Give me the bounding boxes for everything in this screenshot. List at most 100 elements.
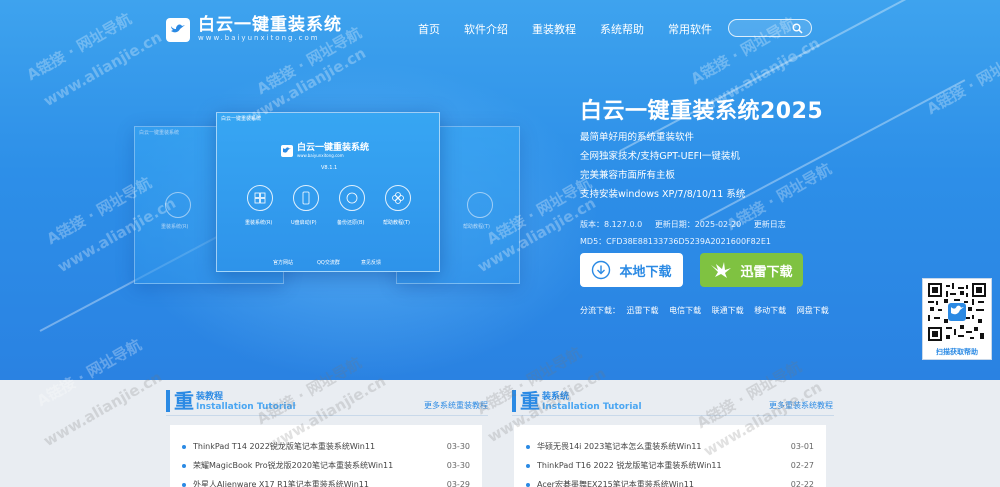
list-item[interactable]: Acer宏碁墨舞EX215笔记本重装系统Win11 02-22	[526, 475, 814, 487]
section-header-tutorial: 重 装教程 Installation Tutorial	[166, 388, 296, 412]
feature-list: 最简单好用的系统重装软件 全网独家技术/支持GPT-UEFI一键装机 完美兼容市…	[580, 128, 745, 204]
thunder-bird-icon	[711, 262, 732, 278]
md5-hash: MD5：CFD38E88133736D5239A2021600F82E1	[580, 237, 771, 246]
nav-reinstall-tutorial[interactable]: 重装教程	[532, 21, 576, 37]
mockup-brand: 白云一键重装系统 www.baiyunxitong.com	[281, 143, 369, 158]
windows-icon	[254, 192, 266, 204]
mirror-link-mobile[interactable]: 移动下载	[754, 306, 786, 315]
thunder-download-label: 迅雷下载	[740, 264, 793, 280]
mockup-option-label: 帮助教程(T)	[463, 224, 490, 230]
mockup-footer-link: 意见反馈	[361, 260, 382, 266]
changelog-link[interactable]: 更新日志	[754, 220, 786, 229]
section-big-char: 重	[520, 389, 540, 413]
qr-label: 扫描获取帮助	[936, 348, 978, 356]
bullet-dot	[526, 444, 530, 449]
mirror-label: 分流下载：	[580, 306, 620, 315]
section-divider	[166, 415, 488, 416]
mockup-option-circle	[339, 185, 365, 211]
nav-software-intro[interactable]: 软件介绍	[464, 21, 508, 37]
app-mockup-main: 白云一键重装系统 白云一键重装系统 www.baiyunxitong.com V…	[216, 112, 440, 272]
list-item-date: 03-29	[446, 480, 470, 487]
more-reinstall-link[interactable]: 更多重装系统教程	[769, 400, 833, 411]
list-item[interactable]: 华硕无畏14i 2023笔记本怎么重装系统Win11 03-01	[526, 437, 814, 456]
bullet-dot	[182, 482, 186, 487]
search-box	[728, 19, 812, 37]
watermark-text: www.alianjie.cn	[40, 367, 165, 451]
list-item-title[interactable]: ThinkPad T14 2022锐龙版笔记本重装系统Win11	[193, 441, 439, 452]
mockup-titlebar: 白云一键重装系统	[221, 116, 262, 122]
thunder-download-button[interactable]: 迅雷下载	[700, 253, 803, 287]
mockup-option-circle	[467, 192, 493, 218]
mockup-option-label: 备份还原(B)	[337, 220, 365, 226]
more-tutorials-link[interactable]: 更多系统重装教程	[424, 400, 488, 411]
list-item-title[interactable]: 荣耀MagicBook Pro锐龙版2020笔记本重装系统Win11	[193, 460, 439, 471]
section-title: 装系统	[542, 392, 570, 402]
feature-item: 完美兼容市面所有主板	[580, 170, 676, 181]
mirror-link-thunder[interactable]: 迅雷下载	[627, 306, 659, 315]
mockup-brand-title: 白云一键重装系统	[297, 143, 370, 153]
mirror-link-netdisk[interactable]: 网盘下载	[797, 306, 829, 315]
mockup-footer-link: 官方网站	[273, 260, 294, 266]
list-item-date: 02-27	[790, 461, 814, 470]
mockup-option-circle	[165, 192, 191, 218]
hero-banner: 白云一键重装系统 www.baiyunxitong.com 首页 软件介绍 重装…	[0, 0, 1000, 380]
list-item-date: 03-01	[790, 442, 814, 451]
mirror-link-unicom[interactable]: 联通下载	[712, 306, 744, 315]
reinstall-list: 华硕无畏14i 2023笔记本怎么重装系统Win11 03-01 ThinkPa…	[514, 425, 826, 487]
section-subtitle: Installation Tutorial	[542, 402, 642, 412]
product-title: 白云一键重装系统2025	[580, 99, 824, 124]
usb-icon	[302, 191, 310, 205]
mockup-option-circle	[247, 185, 273, 211]
mockup-option-circle	[293, 185, 319, 211]
bird-logo-icon	[166, 17, 190, 42]
update-date: 更新日期：2025-02-20	[654, 220, 742, 229]
version-number: 版本：8.127.0.0	[580, 220, 643, 229]
feature-item: 最简单好用的系统重装软件	[580, 132, 695, 143]
mockup-brand-subtitle: www.baiyunxitong.com	[297, 153, 344, 158]
logo-subtitle: www.baiyunxitong.com	[198, 34, 320, 42]
list-item-title[interactable]: Acer宏碁墨舞EX215笔记本重装系统Win11	[537, 479, 783, 487]
bullet-dot	[182, 444, 186, 449]
local-download-button[interactable]: 本地下载	[580, 253, 683, 287]
list-item-title[interactable]: 外星人Alienware X17 R1笔记本重装系统Win11	[193, 479, 439, 487]
list-item-title[interactable]: ThinkPad T16 2022 锐龙版笔记本重装系统Win11	[537, 460, 783, 471]
bullet-dot	[182, 463, 186, 468]
qr-code	[928, 283, 986, 341]
feature-item: 全网独家技术/支持GPT-UEFI一键装机	[580, 151, 740, 162]
bullet-dot	[526, 482, 530, 487]
section-header-reinstall: 重 装系统 Installation Tutorial	[512, 388, 642, 412]
list-item-title[interactable]: 华硕无畏14i 2023笔记本怎么重装系统Win11	[537, 441, 783, 452]
qr-help-box[interactable]: 扫描获取帮助	[922, 278, 992, 360]
tutorial-list: ThinkPad T14 2022锐龙版笔记本重装系统Win11 03-30 荣…	[170, 425, 482, 487]
nav-common-software[interactable]: 常用软件	[668, 21, 712, 37]
mockup-footer-link: QQ交流群	[317, 260, 340, 266]
search-icon[interactable]	[792, 23, 803, 34]
nav-home[interactable]: 首页	[418, 21, 440, 37]
nav-system-help[interactable]: 系统帮助	[600, 21, 644, 37]
mockup-option-label: U盘启动(P)	[291, 220, 317, 226]
list-item[interactable]: ThinkPad T14 2022锐龙版笔记本重装系统Win11 03-30	[182, 437, 470, 456]
mockup-version: V8.1.1	[321, 165, 338, 171]
mirror-downloads: 分流下载： 迅雷下载 电信下载 联通下载 移动下载 网盘下载	[580, 305, 837, 316]
list-item-date: 03-30	[446, 442, 470, 451]
search-input[interactable]	[737, 22, 793, 34]
mockup-option-label: 重装系统(R)	[161, 224, 189, 230]
mirror-link-telecom[interactable]: 电信下载	[669, 306, 701, 315]
section-accent-bar	[512, 390, 516, 412]
list-item[interactable]: ThinkPad T16 2022 锐龙版笔记本重装系统Win11 02-27	[526, 456, 814, 475]
list-item-date: 02-22	[790, 480, 814, 487]
download-circle-icon	[592, 260, 611, 280]
logo-title: 白云一键重装系统	[198, 15, 342, 35]
section-divider	[512, 415, 834, 416]
list-item-date: 03-30	[446, 461, 470, 470]
bullet-dot	[526, 463, 530, 468]
backup-icon	[346, 192, 358, 204]
list-item[interactable]: 外星人Alienware X17 R1笔记本重装系统Win11 03-29	[182, 475, 470, 487]
site-logo[interactable]: 白云一键重装系统 www.baiyunxitong.com	[166, 16, 342, 43]
local-download-label: 本地下载	[619, 264, 672, 280]
mockup-option-label: 重装系统(R)	[245, 220, 273, 226]
section-accent-bar	[166, 390, 170, 412]
mockup-option-circle	[385, 185, 411, 211]
section-subtitle: Installation Tutorial	[196, 402, 296, 412]
list-item[interactable]: 荣耀MagicBook Pro锐龙版2020笔记本重装系统Win11 03-30	[182, 456, 470, 475]
